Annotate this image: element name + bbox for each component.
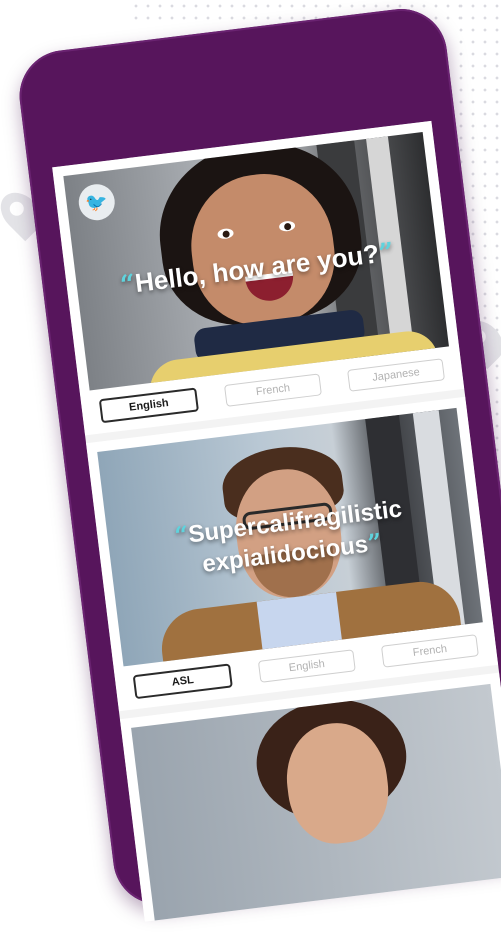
video-player[interactable] [131,683,501,922]
video-card: 🐦 “Hello, how are you?” English French J… [52,120,465,436]
phone-mockup: 🐦 “Hello, how are you?” English French J… [0,0,501,922]
tab-japanese[interactable]: Japanese [347,358,446,392]
app-screen[interactable]: 🐦 “Hello, how are you?” English French J… [52,120,501,922]
tab-asl[interactable]: ASL [132,663,233,700]
tab-french[interactable]: French [380,634,479,668]
tab-english[interactable]: English [98,387,199,424]
video-card [119,672,501,922]
video-player[interactable]: “Supercalifragilistic expialidocious” [97,407,483,667]
video-player[interactable]: 🐦 “Hello, how are you?” [63,131,449,391]
phone-frame: 🐦 “Hello, how are you?” English French J… [14,3,501,922]
tab-english[interactable]: English [257,649,356,683]
tab-french[interactable]: French [223,373,322,407]
video-card: “Supercalifragilistic expialidocious” AS… [86,396,499,712]
bird-icon[interactable]: 🐦 [76,182,117,223]
